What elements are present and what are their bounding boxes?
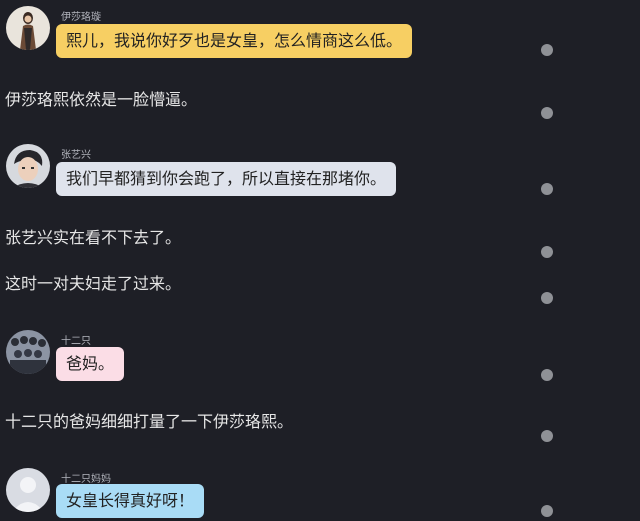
young-man-portrait-icon xyxy=(6,144,50,188)
message-sender: 张艺兴 xyxy=(61,150,91,161)
chat-story-view[interactable]: 伊莎珞璇 熙儿，我说你好歹也是女皇，怎么情商这么低。 伊莎珞熙依然是一脸懵逼。 … xyxy=(0,0,640,521)
message-bubble: 熙儿，我说你好歹也是女皇，怎么情商这么低。 xyxy=(56,24,413,58)
scroll-marker xyxy=(541,369,553,381)
narration-text: 这时一对夫妇走了过来。 xyxy=(5,274,182,293)
message-bubble: 女皇长得真好呀！ xyxy=(56,484,205,518)
message-bubble: 爸妈。 xyxy=(56,347,125,381)
narration-text: 伊莎珞熙依然是一脸懵逼。 xyxy=(5,90,198,109)
scroll-marker xyxy=(541,430,553,442)
scroll-marker xyxy=(541,246,553,258)
scroll-marker xyxy=(541,292,553,304)
narration-text: 十二只的爸妈细细打量了一下伊莎珞熙。 xyxy=(5,412,294,431)
avatar-default[interactable] xyxy=(6,468,50,512)
message-sender: 十二只妈妈 xyxy=(61,474,111,485)
scroll-marker xyxy=(541,107,553,119)
avatar-young-man[interactable] xyxy=(6,144,50,188)
narration-text: 张艺兴实在看不下去了。 xyxy=(5,228,182,247)
default-person-icon xyxy=(6,468,50,512)
scroll-marker xyxy=(541,183,553,195)
avatar-group-photo[interactable] xyxy=(6,330,50,374)
scroll-marker xyxy=(541,44,553,56)
avatar-woman-standing[interactable] xyxy=(6,6,50,50)
message-bubble: 我们早都猜到你会跑了，所以直接在那堵你。 xyxy=(56,162,397,196)
message-sender: 伊莎珞璇 xyxy=(61,12,101,23)
message-sender: 十二只 xyxy=(61,336,91,347)
woman-standing-icon xyxy=(6,6,50,50)
scroll-marker xyxy=(541,505,553,517)
group-photo-icon xyxy=(6,330,50,374)
